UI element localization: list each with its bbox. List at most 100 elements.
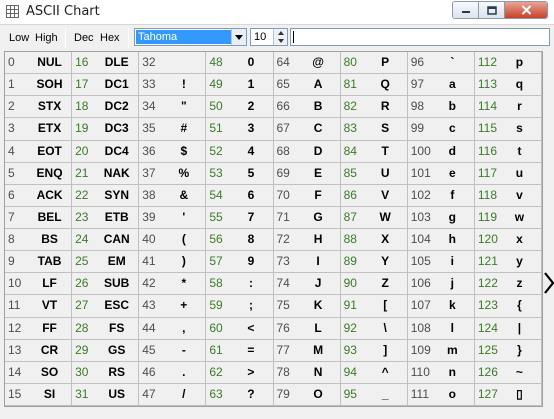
char-cell[interactable]: 40 ( xyxy=(139,229,207,252)
char-cell[interactable]: 10 LF xyxy=(5,273,73,296)
font-size-stepper[interactable]: 10 xyxy=(250,28,288,46)
char-cell[interactable]: 116 t xyxy=(474,140,542,163)
char-cell[interactable]: 39 ' xyxy=(139,206,207,229)
low-button[interactable]: Low xyxy=(9,29,29,47)
char-cell[interactable]: 126 ~ xyxy=(474,361,542,384)
char-cell[interactable]: 102 f xyxy=(407,184,475,207)
char-cell[interactable]: 42 * xyxy=(139,273,207,296)
char-cell[interactable]: 63? xyxy=(206,383,274,406)
char-cell[interactable]: 44, xyxy=(139,317,207,340)
char-cell[interactable]: 49 1 xyxy=(206,74,274,97)
char-cell[interactable]: 23 ETB xyxy=(72,206,140,229)
char-cell[interactable]: 38 & xyxy=(139,184,207,207)
char-cell[interactable]: 37% xyxy=(139,162,207,185)
char-cell[interactable]: 122 z xyxy=(474,273,542,296)
char-cell[interactable]: 94 ^ xyxy=(340,361,408,384)
spin-down-icon[interactable] xyxy=(274,37,287,45)
char-cell[interactable]: 107 k xyxy=(407,295,475,318)
char-cell[interactable]: 86 V xyxy=(340,184,408,207)
char-cell[interactable]: 88 X xyxy=(340,229,408,252)
char-cell[interactable]: 26 SUB xyxy=(72,273,140,296)
char-cell[interactable]: 14 SO xyxy=(5,361,73,384)
next-page-arrow[interactable] xyxy=(543,268,554,298)
char-cell[interactable]: 0 NUL xyxy=(5,52,73,75)
char-cell[interactable]: 105 i xyxy=(407,251,475,274)
char-cell[interactable]: 113 q xyxy=(474,74,542,97)
char-cell[interactable]: 76 L xyxy=(273,317,341,340)
char-cell[interactable]: 72 H xyxy=(273,229,341,252)
char-cell[interactable]: 35 # xyxy=(139,118,207,141)
char-cell[interactable]: 70 F xyxy=(273,184,341,207)
char-cell[interactable]: 120 x xyxy=(474,229,542,252)
char-cell[interactable]: 69 E xyxy=(273,162,341,185)
char-cell[interactable]: 112 p xyxy=(474,52,542,75)
char-cell[interactable]: 83 S xyxy=(340,118,408,141)
char-cell[interactable]: 96 ` xyxy=(407,52,475,75)
char-cell[interactable]: 58: xyxy=(206,273,274,296)
char-cell[interactable]: 92 \ xyxy=(340,317,408,340)
char-cell[interactable]: 81 Q xyxy=(340,74,408,97)
char-cell[interactable]: 77 M xyxy=(273,339,341,362)
char-cell[interactable]: 67 C xyxy=(273,118,341,141)
dropdown-arrow-icon[interactable] xyxy=(231,29,246,45)
char-cell[interactable]: 19 DC3 xyxy=(72,118,140,141)
char-cell[interactable]: 115 s xyxy=(474,118,542,141)
char-cell[interactable]: 93] xyxy=(340,339,408,362)
char-cell[interactable]: 62 > xyxy=(206,361,274,384)
char-cell[interactable]: 2 STX xyxy=(5,96,73,119)
char-cell[interactable]: 25 EM xyxy=(72,251,140,274)
char-cell[interactable]: 114 r xyxy=(474,96,542,119)
char-cell[interactable]: 27 ESC xyxy=(72,295,140,318)
char-cell[interactable]: 20 DC4 xyxy=(72,140,140,163)
char-cell[interactable]: 85 U xyxy=(340,162,408,185)
char-cell[interactable]: 100 d xyxy=(407,140,475,163)
close-button[interactable] xyxy=(505,2,547,18)
char-cell[interactable]: 12 FF xyxy=(5,317,73,340)
char-cell[interactable]: 28 FS xyxy=(72,317,140,340)
char-cell[interactable]: 106 j xyxy=(407,273,475,296)
char-cell[interactable]: 41) xyxy=(139,251,207,274)
char-cell[interactable]: 108 l xyxy=(407,317,475,340)
spin-up-icon[interactable] xyxy=(274,29,287,37)
char-cell[interactable]: 59; xyxy=(206,295,274,318)
char-cell[interactable]: 47 / xyxy=(139,383,207,406)
char-cell[interactable]: 123 { xyxy=(474,295,542,318)
sample-text-input[interactable] xyxy=(290,28,550,46)
char-cell[interactable]: 6 ACK xyxy=(5,184,73,207)
char-cell[interactable]: 53 5 xyxy=(206,162,274,185)
char-cell[interactable]: 97 a xyxy=(407,74,475,97)
char-cell[interactable]: 29 GS xyxy=(72,339,140,362)
char-cell[interactable]: 11 VT xyxy=(5,295,73,318)
char-cell[interactable]: 98 b xyxy=(407,96,475,119)
hex-button[interactable]: Hex xyxy=(100,29,120,47)
char-cell[interactable]: 91 [ xyxy=(340,295,408,318)
char-cell[interactable]: 84 T xyxy=(340,140,408,163)
char-cell[interactable]: 118 v xyxy=(474,184,542,207)
char-cell[interactable]: 9 TAB xyxy=(5,251,73,274)
char-cell[interactable]: 21 NAK xyxy=(72,162,140,185)
char-cell[interactable]: 124 | xyxy=(474,317,542,340)
char-cell[interactable]: 45 - xyxy=(139,339,207,362)
char-cell[interactable]: 68 D xyxy=(273,140,341,163)
char-cell[interactable]: 24 CAN xyxy=(72,229,140,252)
char-cell[interactable]: 119 w xyxy=(474,206,542,229)
char-cell[interactable]: 3 ETX xyxy=(5,118,73,141)
char-cell[interactable]: 43 + xyxy=(139,295,207,318)
char-cell[interactable]: 74 J xyxy=(273,273,341,296)
char-cell[interactable]: 34 " xyxy=(139,96,207,119)
maximize-button[interactable] xyxy=(479,2,505,18)
char-cell[interactable]: 99 c xyxy=(407,118,475,141)
char-cell[interactable]: 66 B xyxy=(273,96,341,119)
char-cell[interactable]: 95 _ xyxy=(340,383,408,406)
char-cell[interactable]: 55 7 xyxy=(206,206,274,229)
char-cell[interactable]: 51 3 xyxy=(206,118,274,141)
char-cell[interactable]: 89 Y xyxy=(340,251,408,274)
char-cell[interactable]: 65 A xyxy=(273,74,341,97)
char-cell[interactable]: 33! xyxy=(139,74,207,97)
char-cell[interactable]: 75 K xyxy=(273,295,341,318)
char-cell[interactable]: 31 US xyxy=(72,383,140,406)
char-cell[interactable]: 125} xyxy=(474,339,542,362)
char-cell[interactable]: 15 SI xyxy=(5,383,73,406)
char-cell[interactable]: 103 g xyxy=(407,206,475,229)
char-cell[interactable]: 104 h xyxy=(407,229,475,252)
